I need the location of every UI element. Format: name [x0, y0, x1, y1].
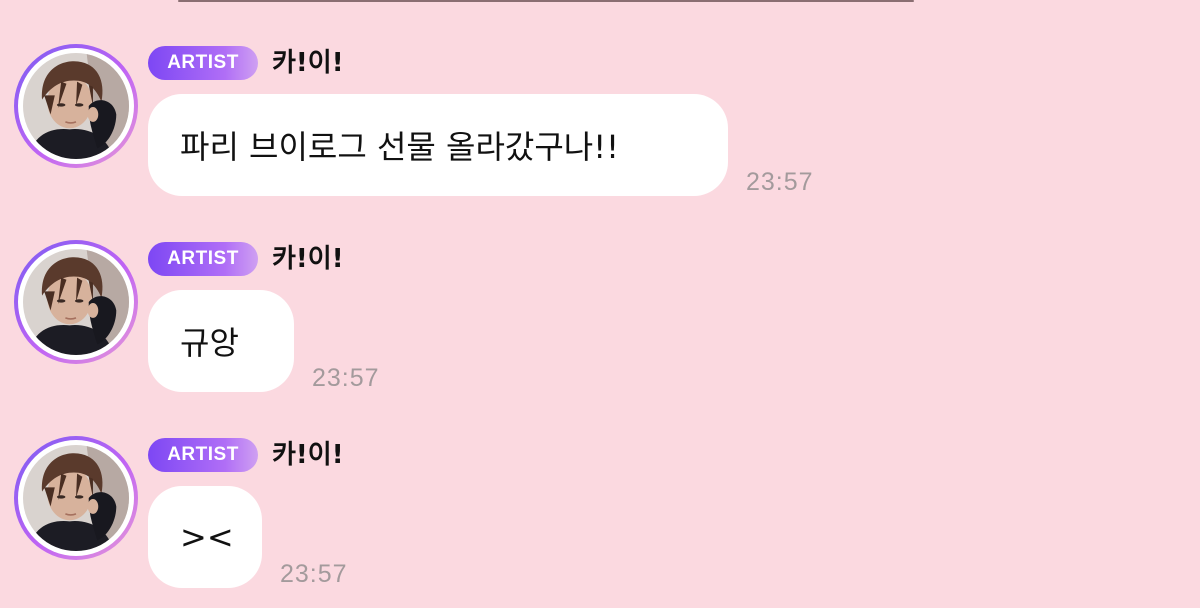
artist-badge: ARTIST	[148, 46, 258, 80]
sender-name[interactable]: 카!이!	[272, 436, 344, 474]
avatar[interactable]	[14, 436, 138, 560]
message-bubble[interactable]: 파리 브이로그 선물 올라갔구나!!	[148, 94, 728, 196]
chat-message: ARTIST 카!이! 규앙 23:57	[0, 240, 1200, 400]
sender-name[interactable]: 카!이!	[272, 44, 344, 82]
sender-name[interactable]: 카!이!	[272, 240, 344, 278]
message-bubble[interactable]: ><	[148, 486, 262, 588]
avatar[interactable]	[14, 44, 138, 168]
chat-message: ARTIST 카!이! 파리 브이로그 선물 올라갔구나!! 23:57	[0, 44, 1200, 204]
message-timestamp: 23:57	[280, 560, 348, 588]
avatar[interactable]	[14, 240, 138, 364]
message-bubble[interactable]: 규앙	[148, 290, 294, 392]
top-divider	[178, 0, 914, 2]
message-timestamp: 23:57	[746, 168, 814, 196]
chat-message: ARTIST 카!이! >< 23:57	[0, 436, 1200, 596]
artist-badge: ARTIST	[148, 438, 258, 472]
message-timestamp: 23:57	[312, 364, 380, 392]
avatar-photo	[23, 53, 129, 159]
avatar-photo	[23, 249, 129, 355]
avatar-photo	[23, 445, 129, 551]
artist-badge: ARTIST	[148, 242, 258, 276]
